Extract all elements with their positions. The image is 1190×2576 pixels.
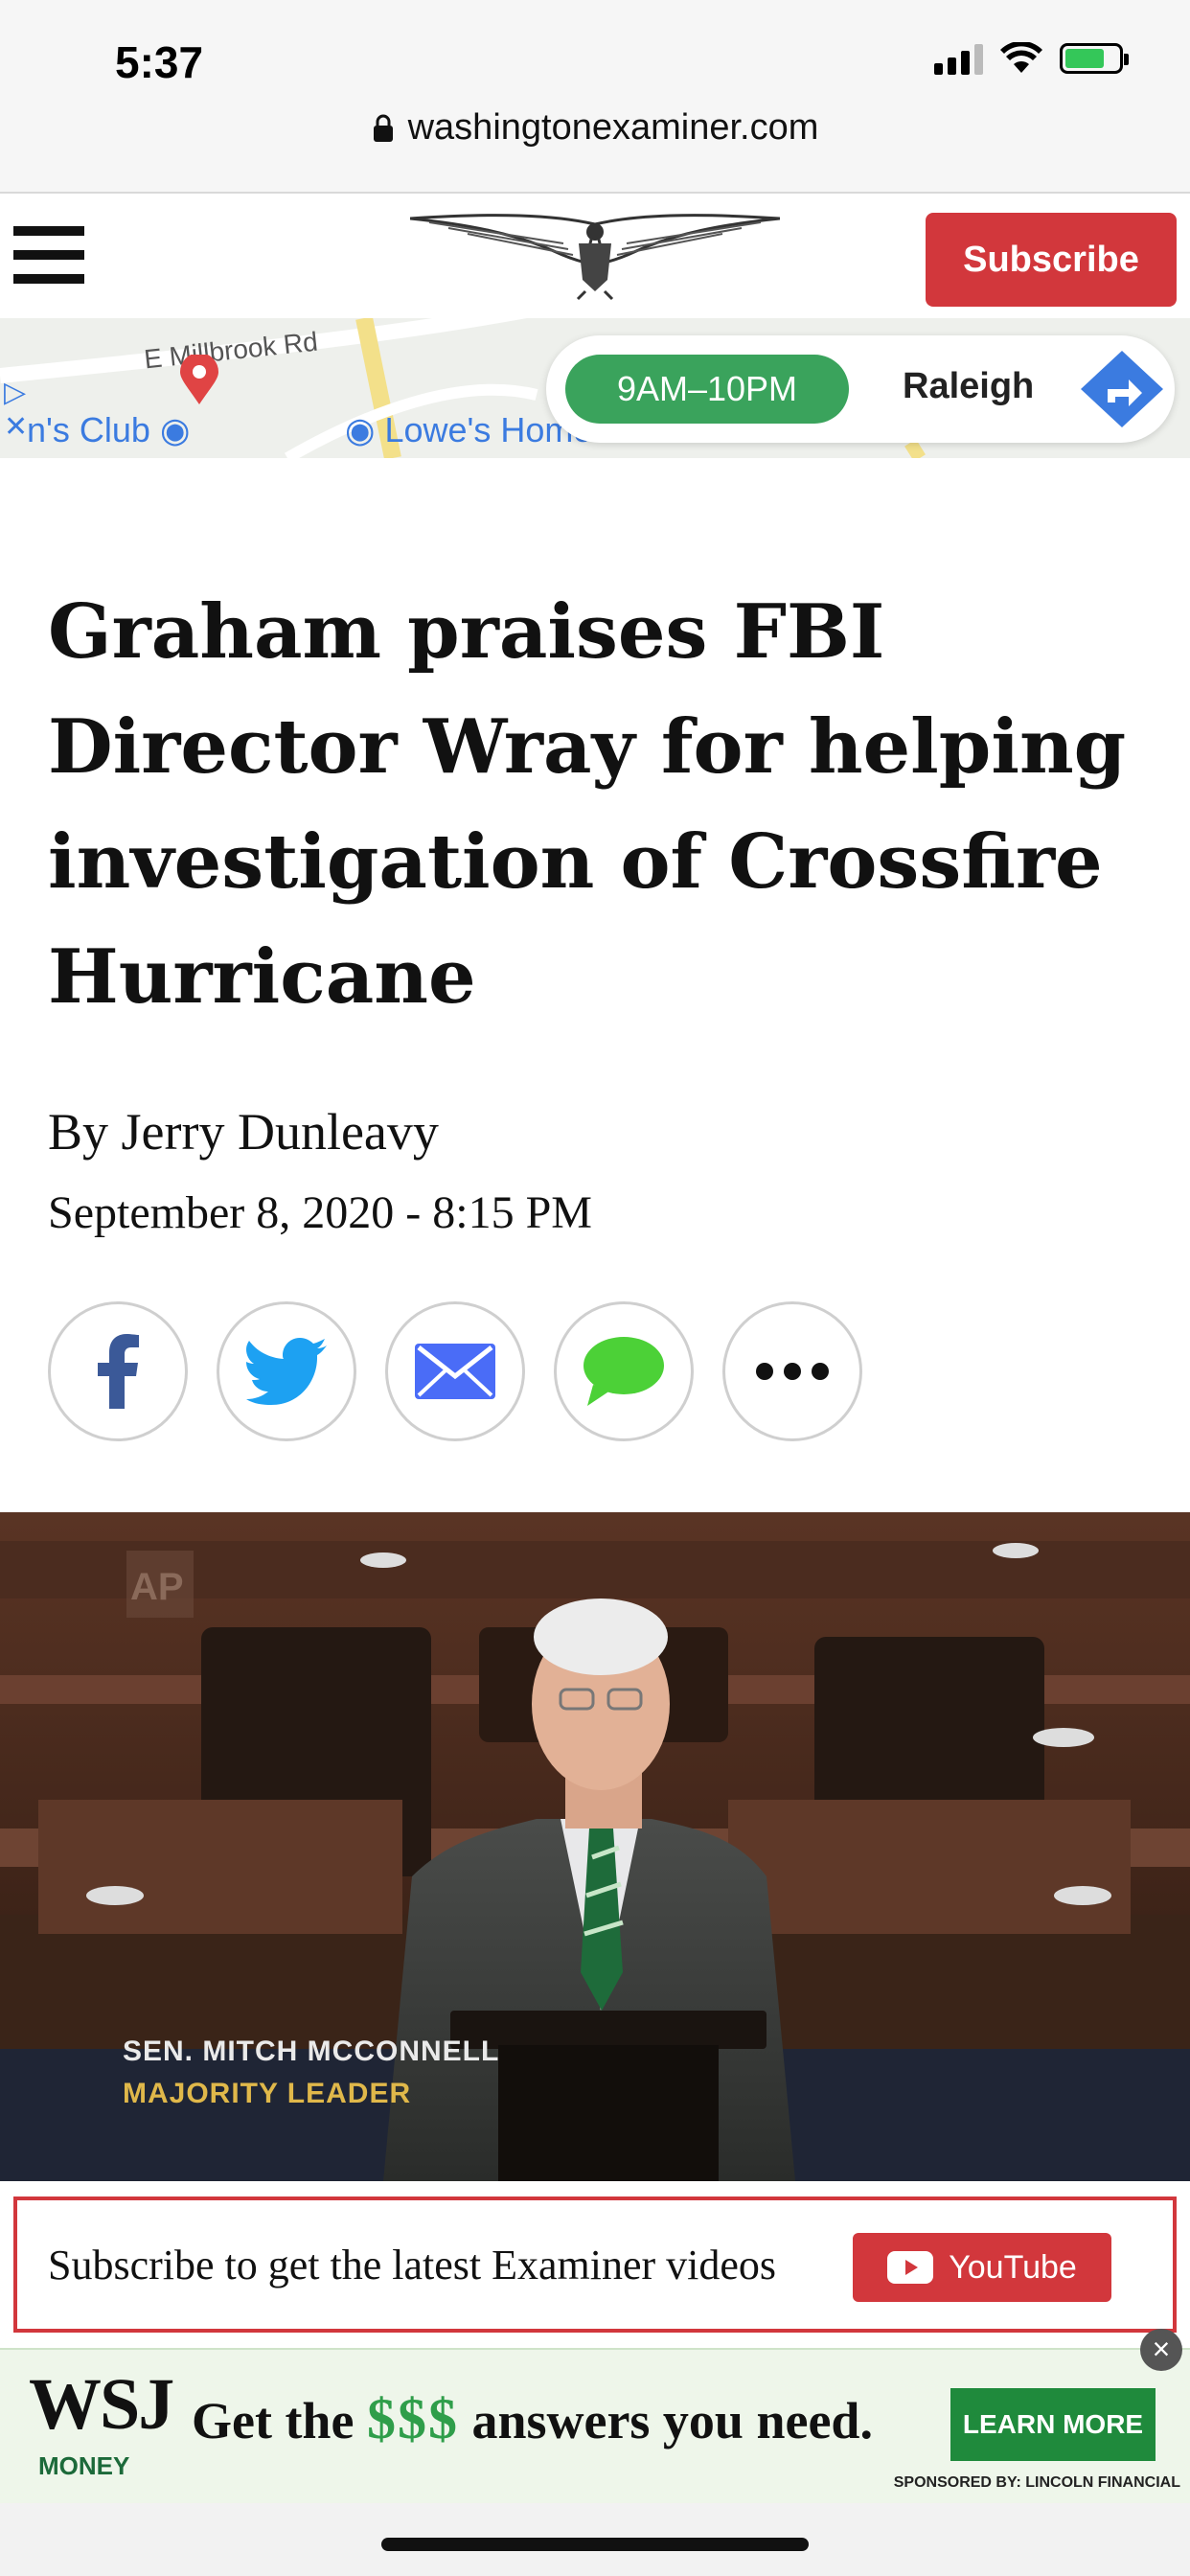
site-header: Subscribe — [0, 192, 1190, 320]
message-bubble-icon — [584, 1337, 664, 1406]
share-more-button[interactable] — [722, 1301, 862, 1441]
share-email-button[interactable] — [385, 1301, 525, 1441]
shopping-bag-icon: ◉ — [159, 410, 191, 449]
wsj-money-label: MONEY — [38, 2451, 130, 2480]
article-headline: Graham praises FBI Director Wray for hel… — [48, 588, 1127, 1021]
store-city: Raleigh — [903, 366, 1035, 406]
directions-icon[interactable] — [1079, 349, 1165, 429]
facebook-icon — [98, 1334, 139, 1409]
share-facebook-button[interactable] — [48, 1301, 188, 1441]
wsj-ad-banner[interactable]: WSJ MONEY Get the $$$ answers you need. … — [0, 2348, 1190, 2503]
share-buttons — [48, 1301, 862, 1441]
share-sms-button[interactable] — [554, 1301, 694, 1441]
video-subscribe-text: Subscribe to get the latest Examiner vid… — [48, 2242, 777, 2288]
video-player[interactable]: AP SEN. MITCH MCCONNELL MAJORITY LEADER — [0, 1512, 1190, 2181]
home-indicator[interactable] — [381, 2538, 809, 2551]
youtube-label: YouTube — [949, 2248, 1077, 2286]
map-place-left: n's Club ◉ — [27, 410, 191, 449]
article-date: September 8, 2020 - 8:15 PM — [48, 1187, 592, 1238]
video-caption-name: SEN. MITCH MCCONNELL — [123, 2036, 500, 2067]
video-caption-title: MAJORITY LEADER — [123, 2078, 412, 2109]
shopping-bag-icon: ◉ — [345, 410, 376, 449]
browser-bottom-bar — [0, 2503, 1190, 2576]
address-bar[interactable]: washingtonexaminer.com — [0, 107, 1190, 149]
share-twitter-button[interactable] — [217, 1301, 356, 1441]
status-icons — [934, 42, 1129, 75]
clock: 5:37 — [115, 37, 204, 87]
status-bar: 5:37 washingtonexaminer.com — [0, 0, 1190, 192]
youtube-subscribe-button[interactable]: YouTube — [853, 2233, 1111, 2302]
url-text: washingtonexaminer.com — [407, 107, 819, 148]
menu-icon[interactable] — [13, 226, 84, 284]
ap-watermark: AP — [130, 1566, 184, 1608]
store-hours: 9AM–10PM — [565, 355, 849, 424]
map-ad-banner[interactable]: E Millbrook Rd ▷ ✕ n's Club ◉ ◉ Lowe's Ho… — [0, 318, 1190, 458]
more-dots-icon — [756, 1363, 829, 1380]
twitter-icon — [246, 1338, 327, 1405]
close-ad-icon[interactable]: × — [1140, 2329, 1182, 2371]
eagle-logo-icon[interactable] — [410, 205, 780, 301]
wsj-logo: WSJ — [29, 2364, 174, 2445]
article-byline[interactable]: By Jerry Dunleavy — [48, 1102, 439, 1162]
sponsored-label: SPONSORED BY: LINCOLN FINANCIAL — [893, 2474, 1180, 2491]
map-pin-icon — [180, 355, 218, 404]
store-info-pill[interactable]: 9AM–10PM Raleigh — [546, 335, 1175, 443]
lock-icon — [373, 114, 393, 142]
ad-choices-icon[interactable]: ▷ ✕ — [4, 376, 28, 445]
video-subscribe-banner: Subscribe to get the latest Examiner vid… — [13, 2196, 1177, 2333]
wifi-icon — [1000, 42, 1042, 73]
email-icon — [415, 1344, 495, 1399]
cellular-signal-icon — [934, 42, 983, 75]
youtube-play-icon — [887, 2251, 934, 2284]
battery-icon — [1060, 43, 1129, 74]
subscribe-button[interactable]: Subscribe — [926, 213, 1177, 307]
learn-more-button[interactable]: LEARN MORE — [950, 2388, 1156, 2461]
wsj-tagline: Get the $$$ answers you need. — [192, 2387, 873, 2450]
